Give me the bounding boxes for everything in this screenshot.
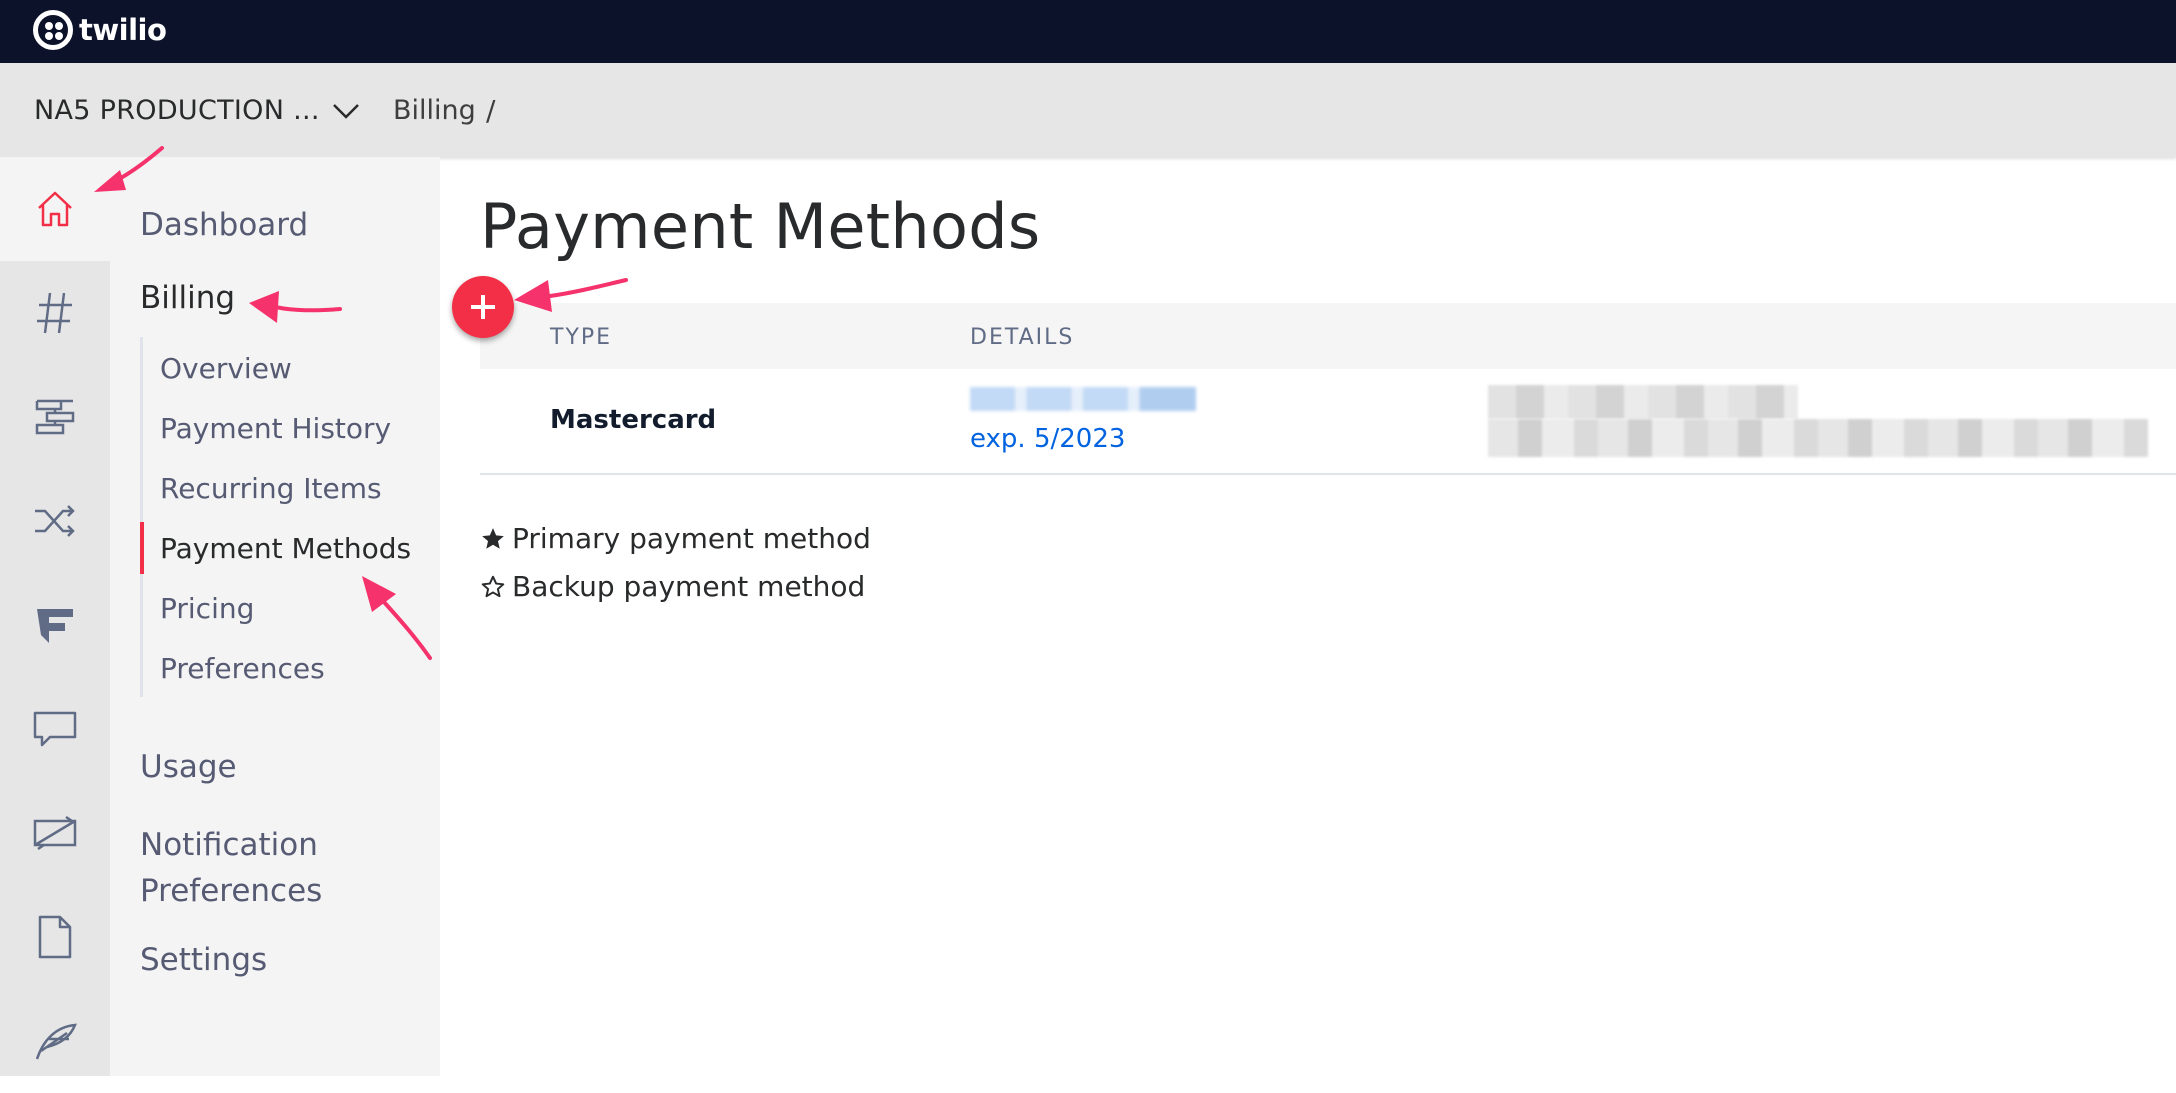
- breadcrumb-separator: /: [486, 94, 496, 127]
- twilio-logo-icon: [33, 10, 73, 50]
- document-icon: [38, 915, 72, 959]
- column-header-type: TYPE: [550, 325, 613, 350]
- annotation-arrow-payment-methods: [362, 576, 432, 660]
- brand-name: twilio: [79, 13, 167, 47]
- column-header-details: DETAILS: [970, 325, 1075, 350]
- account-bar: NA5 PRODUCTION ... Billing /: [0, 63, 2176, 157]
- studio-icon: [35, 399, 75, 435]
- table-row[interactable]: Mastercard exp. 5/2023: [480, 369, 2176, 475]
- chat-icon: [33, 711, 77, 747]
- feather-icon: [35, 1023, 77, 1060]
- chevron-down-icon: [332, 103, 359, 119]
- home-icon: [38, 191, 72, 227]
- nav-payment-methods[interactable]: Payment Methods: [160, 532, 411, 565]
- star-filled-icon: [482, 527, 504, 549]
- rail-conversations[interactable]: [0, 677, 110, 781]
- nav-notification-line1: Notification: [140, 827, 318, 863]
- nav-pricing[interactable]: Pricing: [160, 592, 254, 625]
- legend-backup: Backup payment method: [480, 570, 865, 603]
- hash-icon: [37, 292, 72, 334]
- redacted-billing-name: [1488, 385, 1798, 419]
- product-rail: [0, 157, 110, 1076]
- account-switcher[interactable]: NA5 PRODUCTION ...: [34, 95, 360, 126]
- flex-icon: [37, 609, 73, 643]
- table-header: TYPE DETAILS: [480, 303, 2176, 369]
- star-outline-icon: [481, 575, 505, 597]
- rail-flex[interactable]: [0, 573, 110, 677]
- legend-backup-label: Backup payment method: [512, 570, 866, 603]
- nav-billing[interactable]: Billing: [140, 280, 235, 316]
- account-name: NA5 PRODUCTION ...: [34, 95, 320, 126]
- nav-recurring-items[interactable]: Recurring Items: [160, 472, 382, 505]
- page-title: Payment Methods: [480, 190, 1041, 263]
- card-expiry[interactable]: exp. 5/2023: [970, 424, 1125, 454]
- annotation-arrow-home: [94, 146, 164, 192]
- nav-overview[interactable]: Overview: [160, 352, 292, 385]
- legend-primary: Primary payment method: [480, 522, 871, 555]
- nav-notification-line2: Preferences: [140, 873, 323, 909]
- card-type: Mastercard: [550, 405, 717, 435]
- annotation-arrow-add-button: [514, 278, 628, 312]
- breadcrumb-billing[interactable]: Billing: [393, 95, 476, 126]
- rail-docs[interactable]: [0, 885, 110, 989]
- legend-primary-label: Primary payment method: [512, 522, 871, 555]
- annotation-arrow-billing: [249, 291, 342, 323]
- add-payment-method-button[interactable]: [452, 276, 514, 338]
- nav-payment-history[interactable]: Payment History: [160, 412, 391, 445]
- rail-more[interactable]: [0, 989, 110, 1093]
- nav-settings[interactable]: Settings: [140, 942, 267, 978]
- nav-usage[interactable]: Usage: [140, 749, 237, 785]
- plus-icon: [471, 295, 495, 319]
- nav-notification-preferences[interactable]: Notification Preferences: [140, 822, 322, 914]
- billing-subnav-rule: [140, 337, 143, 697]
- active-indicator: [140, 522, 144, 574]
- shuffle-icon: [35, 505, 75, 537]
- nav-preferences[interactable]: Preferences: [160, 652, 325, 685]
- redacted-billing-address: [1488, 419, 2148, 457]
- redacted-card-number: [970, 387, 1196, 411]
- video-icon: [33, 815, 77, 851]
- rail-routing[interactable]: [0, 469, 110, 573]
- twilio-logo[interactable]: twilio: [33, 10, 167, 50]
- top-bar: twilio: [0, 0, 2176, 63]
- nav-dashboard[interactable]: Dashboard: [140, 207, 308, 243]
- rail-phone-numbers[interactable]: [0, 261, 110, 365]
- rail-video[interactable]: [0, 781, 110, 885]
- rail-studio[interactable]: [0, 365, 110, 469]
